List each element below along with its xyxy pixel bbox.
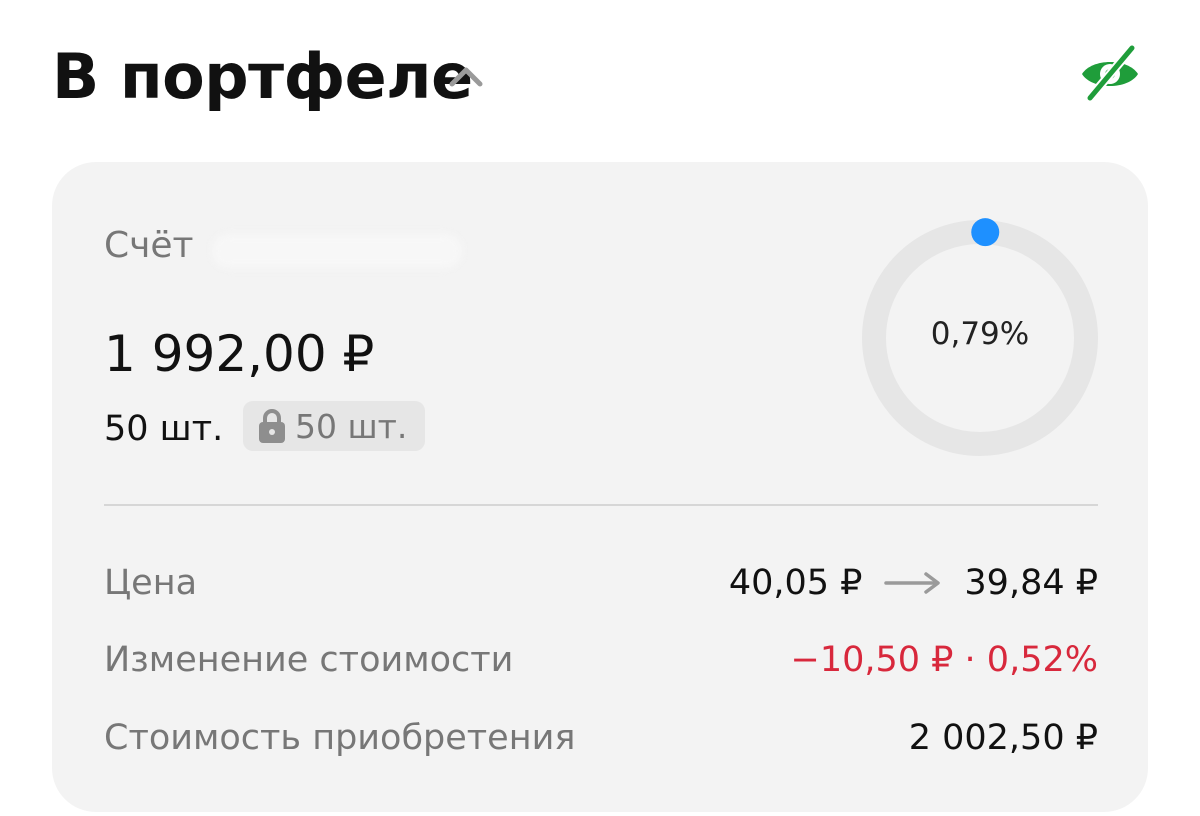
eye-off-icon [1082, 43, 1138, 103]
price-change: 40,05 ₽ 39,84 ₽ [729, 560, 1098, 606]
page-title: В портфеле [52, 40, 473, 113]
quantity: 50 шт. [104, 409, 224, 449]
value-change-value: −10,50 ₽ · 0,52% [790, 640, 1098, 680]
account-label: Счёт [104, 225, 194, 266]
account-name-hidden [212, 234, 462, 268]
position-card: Счёт 1 992,00 ₽ 50 шт. 50 шт. 0,79% Цена… [52, 162, 1148, 812]
divider [104, 504, 1098, 506]
allocation-percent: 0,79% [930, 316, 1030, 352]
lock-icon [259, 409, 285, 443]
portfolio-header: В портфеле [52, 40, 1148, 120]
toggle-visibility-button[interactable] [1078, 42, 1142, 106]
chevron-up-icon [449, 67, 483, 87]
price-label: Цена [104, 563, 198, 603]
donut-progress-marker [971, 218, 1000, 247]
arrow-right-icon [884, 572, 941, 594]
collapse-button[interactable] [446, 58, 486, 98]
price-to: 39,84 ₽ [964, 563, 1098, 603]
position-value: 1 992,00 ₽ [104, 325, 375, 383]
value-change-row: Изменение стоимости −10,50 ₽ · 0,52% [104, 637, 1098, 683]
price-from: 40,05 ₽ [728, 563, 863, 603]
locked-quantity: 50 шт. [295, 406, 408, 446]
purchase-cost-label: Стоимость приобретения [104, 718, 576, 758]
locked-quantity-chip: 50 шт. [243, 401, 426, 451]
purchase-cost-value: 2 002,50 ₽ [908, 718, 1098, 758]
price-row: Цена 40,05 ₽ 39,84 ₽ [104, 560, 1098, 606]
value-change-label: Изменение стоимости [104, 640, 514, 680]
purchase-cost-row: Стоимость приобретения 2 002,50 ₽ [104, 715, 1098, 761]
